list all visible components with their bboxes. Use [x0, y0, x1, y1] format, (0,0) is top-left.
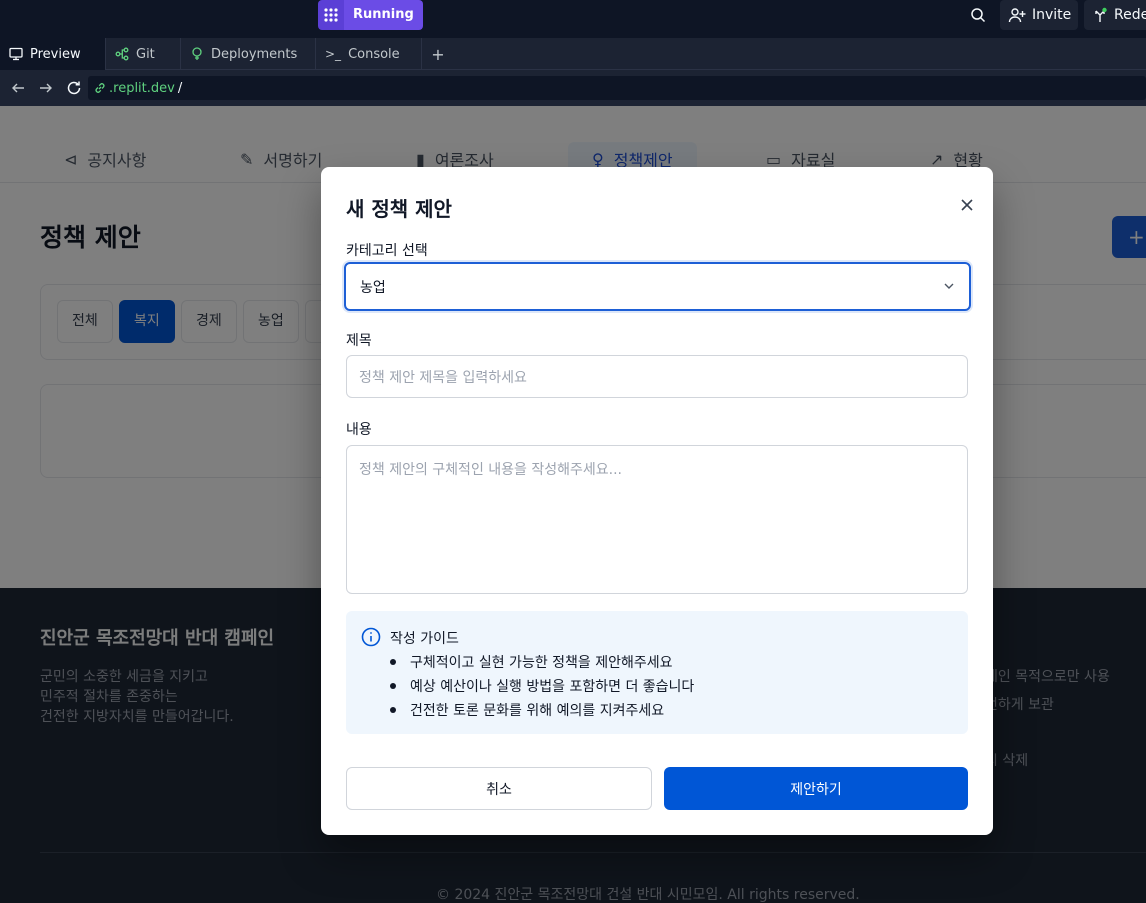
- info-icon: [361, 627, 381, 647]
- close-icon[interactable]: [957, 195, 977, 215]
- cancel-button[interactable]: 취소: [346, 767, 652, 810]
- bullet: [390, 707, 396, 713]
- add-user-icon: [1008, 8, 1026, 23]
- grid-icon: [318, 0, 344, 30]
- tab-git[interactable]: Git: [106, 38, 181, 70]
- guide-item-text: 구체적이고 실현 가능한 정책을 제안해주세요: [410, 655, 673, 671]
- guide-item-text: 예상 예산이나 실행 방법을 포함하면 더 좋습니다: [410, 679, 695, 695]
- category-select[interactable]: 농업: [344, 262, 971, 311]
- bullet: [390, 683, 396, 689]
- url-host: .replit.dev: [109, 80, 175, 96]
- url-field[interactable]: .replit.dev /: [88, 76, 1146, 100]
- content-textarea[interactable]: 정책 제안의 구체적인 내용을 작성해주세요...: [346, 445, 968, 594]
- category-label: 카테고리 선택: [346, 243, 428, 259]
- tab-deployments[interactable]: Deployments: [181, 38, 316, 70]
- category-value: 농업: [360, 279, 386, 296]
- new-tab-button[interactable]: +: [424, 38, 452, 70]
- guide-item: 건전한 토론 문화를 위해 예의를 지켜주세요: [390, 700, 664, 720]
- bullet: [390, 659, 396, 665]
- replit-top-bar: Running Invite Rede: [0, 0, 1146, 38]
- tab-console[interactable]: >_ Console: [316, 38, 422, 70]
- tab-label: Preview: [30, 46, 81, 62]
- link-icon: [95, 83, 105, 93]
- back-arrow-icon[interactable]: [8, 78, 28, 98]
- title-label: 제목: [346, 333, 372, 349]
- guide-item-text: 건전한 토론 문화를 위해 예의를 지켜주세요: [410, 703, 665, 719]
- chevron-down-icon: [944, 283, 954, 289]
- tab-label: Console: [348, 46, 400, 62]
- deploy-icon: [192, 47, 202, 60]
- run-status-label: Running: [344, 0, 423, 30]
- deploy-icon: [1095, 7, 1107, 22]
- writing-guide-box: 작성 가이드 구체적이고 실현 가능한 정책을 제안해주세요 예상 예산이나 실…: [346, 611, 968, 734]
- terminal-icon: >_: [325, 47, 342, 61]
- run-status-chip[interactable]: Running: [318, 0, 423, 30]
- guide-title: 작성 가이드: [390, 631, 459, 647]
- url-path: /: [177, 80, 183, 96]
- redeploy-label: Rede: [1114, 7, 1146, 23]
- invite-button[interactable]: Invite: [1000, 0, 1078, 30]
- modal-title: 새 정책 제안: [346, 197, 452, 221]
- tab-label: Deployments: [211, 46, 298, 62]
- workspace-tab-bar: Preview Git Deployments >_ Console +: [0, 38, 1146, 70]
- title-input[interactable]: 정책 제안 제목을 입력하세요: [346, 355, 968, 398]
- search-icon[interactable]: [966, 3, 990, 27]
- new-proposal-modal: 새 정책 제안 카테고리 선택 농업 제목 정책 제안 제목을 입력하세요 내용…: [321, 167, 993, 835]
- forward-arrow-icon[interactable]: [36, 78, 56, 98]
- tab-label: Git: [136, 46, 155, 62]
- submit-proposal-button[interactable]: 제안하기: [664, 767, 968, 810]
- preview-url-bar: .replit.dev /: [0, 70, 1146, 106]
- invite-label: Invite: [1032, 7, 1072, 23]
- git-icon: [115, 47, 129, 61]
- monitor-icon: [9, 47, 23, 61]
- content-placeholder: 정책 제안의 구체적인 내용을 작성해주세요...: [359, 462, 622, 478]
- guide-item: 구체적이고 실현 가능한 정책을 제안해주세요: [390, 652, 673, 672]
- redeploy-button[interactable]: Rede: [1084, 0, 1146, 30]
- title-placeholder: 정책 제안 제목을 입력하세요: [359, 369, 527, 386]
- reload-icon[interactable]: [64, 78, 84, 98]
- content-label: 내용: [346, 422, 372, 438]
- tab-preview[interactable]: Preview: [0, 38, 106, 70]
- guide-item: 예상 예산이나 실행 방법을 포함하면 더 좋습니다: [390, 676, 694, 696]
